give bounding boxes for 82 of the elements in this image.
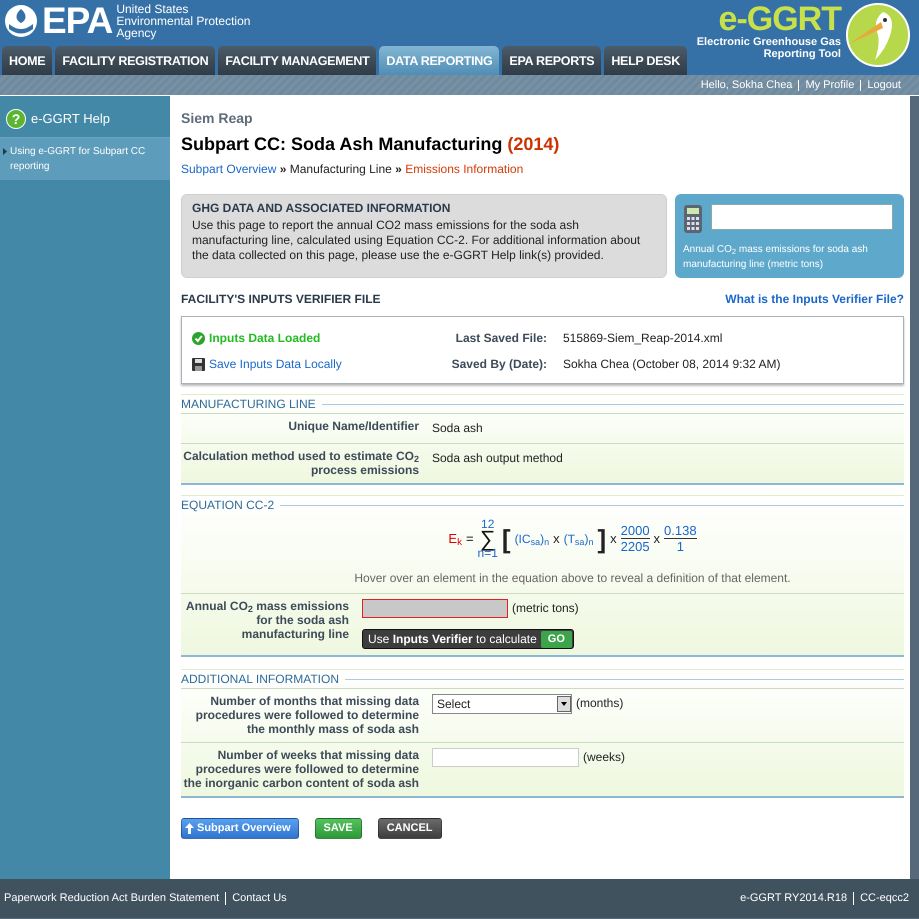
breadcrumb-item: Manufacturing Line xyxy=(290,162,392,176)
bird-logo-icon xyxy=(845,2,911,68)
unit-label: (metric tons) xyxy=(512,600,579,617)
field-label: Unique Name/Identifier xyxy=(287,419,419,435)
page-title: Subpart CC: Soda Ash Manufacturing xyxy=(181,134,504,154)
nav-tab[interactable]: EPA REPORTS xyxy=(502,46,602,75)
equation-term: (IC$_{sa}$)$_{n}$ xyxy=(514,530,550,548)
help-icon: ? xyxy=(6,109,26,129)
bracket: ] xyxy=(597,526,606,552)
agency-name: United States xyxy=(116,2,190,14)
app-logo: e-GGRT xyxy=(718,2,841,36)
fraction-denominator: 1 xyxy=(676,539,684,554)
field-label: Calculation method used to estimate CO$_{2}$ process emissions xyxy=(182,449,419,477)
field-label: Number of months that missing data procedures were followed to determine the monthly mass of soda ash xyxy=(194,694,419,736)
breadcrumb-separator: » xyxy=(280,162,286,176)
equation-operator: x xyxy=(654,530,660,548)
weeks-field[interactable] xyxy=(432,748,579,767)
sum-limit: 12 xyxy=(481,518,494,530)
field-value: Sokha Chea (October 08, 2014 9:32 AM) xyxy=(563,356,780,373)
unit-label: (weeks) xyxy=(583,749,626,766)
calculator-caption: Annual CO$_{2}$ mass emissions for soda ash manufacturing line (metric tons) xyxy=(683,243,869,272)
facility-name: Siem Reap xyxy=(181,109,254,128)
sidebar-title: e-GGRT Help xyxy=(31,110,110,128)
flower-logo-icon xyxy=(4,4,38,38)
field-label: Saved By (Date): xyxy=(450,356,547,373)
nav-tab[interactable]: DATA REPORTING xyxy=(379,46,500,75)
agency-logo: EPA xyxy=(42,2,112,39)
unit-label: (months) xyxy=(576,695,624,712)
field-label: Annual CO$_{2}$ mass emissions for the soda ash manufacturing line xyxy=(184,599,349,643)
breadcrumb-separator: » xyxy=(395,162,402,176)
cancel-button[interactable]: CANCEL xyxy=(378,818,442,838)
check-icon xyxy=(192,332,205,344)
sum-limit: n=1 xyxy=(478,547,498,559)
equation-operator: x xyxy=(610,530,617,548)
equation-operator: x xyxy=(553,530,560,548)
nav-tab[interactable]: FACILITY MANAGEMENT xyxy=(218,46,376,75)
info-text: Use this page to report the annual CO2 mass emissions for the soda ash manufacturing line, calculated using Equation CC-2. For additional information about the data collected on this page, please use the e-GGRT Help link(s) provided. xyxy=(192,218,642,264)
bracket: [ xyxy=(502,526,511,552)
help-link[interactable]: Using e-GGRT for Subpart CC reporting xyxy=(0,138,170,180)
field-label: Last Saved File: xyxy=(454,330,547,347)
footer-link[interactable]: Paperwork Reduction Act Burden Statement xyxy=(4,892,226,905)
field-label: Number of weeks that missing data procedures were followed to determine the inorganic carbon content of soda ash xyxy=(182,748,419,790)
equation-operator: = xyxy=(466,530,474,548)
field-value: Soda ash xyxy=(432,420,483,437)
user-link[interactable]: Logout xyxy=(860,80,907,90)
breadcrumb-current: Emissions Information xyxy=(405,162,524,176)
agency-name: Environmental Protection xyxy=(116,14,250,26)
breadcrumb-link[interactable]: Subpart Overview xyxy=(181,162,276,176)
section-title: ADDITIONAL INFORMATION xyxy=(181,670,904,688)
nav-tab[interactable]: HELP DESK xyxy=(604,46,687,75)
fraction-numerator: 0.138 xyxy=(664,523,697,539)
app-subtitle: Electronic Greenhouse Gas xyxy=(696,36,841,48)
field-value: 515869-Siem_Reap-2014.xml xyxy=(563,330,722,347)
section-title: MANUFACTURING LINE xyxy=(181,395,904,413)
version-text: e-GGRT RY2014.R18 xyxy=(740,892,848,905)
reporting-year: (2014) xyxy=(507,134,560,154)
equation-term: (T$_{sa}$)$_{n}$ xyxy=(564,530,594,548)
equation-term: E$_{k}$ xyxy=(448,530,462,548)
nav-tab[interactable]: HOME xyxy=(2,46,52,75)
nav-tab[interactable]: FACILITY REGISTRATION xyxy=(55,46,216,75)
back-button[interactable]: Subpart Overview xyxy=(181,818,299,838)
equation-hint: Hover over an element in the equation above to reveal a definition of that element. xyxy=(353,570,792,587)
footer-link[interactable]: Contact Us xyxy=(225,892,293,905)
fraction-denominator: 2205 xyxy=(620,539,650,554)
months-dropdown[interactable]: Select xyxy=(432,694,572,714)
tooltip-text: Use Inputs Verifier to calculate xyxy=(368,631,537,648)
save-button[interactable]: SAVE xyxy=(314,818,362,838)
calculator-icon xyxy=(683,204,703,234)
version-text: CC-eqcc2 xyxy=(853,892,915,905)
section-heading: FACILITY'S INPUTS VERIFIER FILE xyxy=(181,291,381,308)
user-link[interactable]: My Profile xyxy=(798,80,860,90)
section-title: EQUATION CC-2 xyxy=(181,496,904,514)
agency-name: Agency xyxy=(116,26,158,38)
fraction-numerator: 2000 xyxy=(620,523,650,539)
status-text: Inputs Data Loaded xyxy=(209,330,320,347)
app-subtitle: Reporting Tool xyxy=(762,48,841,60)
up-arrow-icon xyxy=(185,822,194,834)
field-value: Soda ash output method xyxy=(432,450,563,467)
greeting-text: Hello, Sokha Chea xyxy=(700,80,794,90)
info-heading: GHG DATA AND ASSOCIATED INFORMATION xyxy=(192,201,452,216)
help-link[interactable]: What is the Inputs Verifier File? xyxy=(725,290,904,308)
save-link[interactable]: Save Inputs Data Locally xyxy=(209,355,342,373)
